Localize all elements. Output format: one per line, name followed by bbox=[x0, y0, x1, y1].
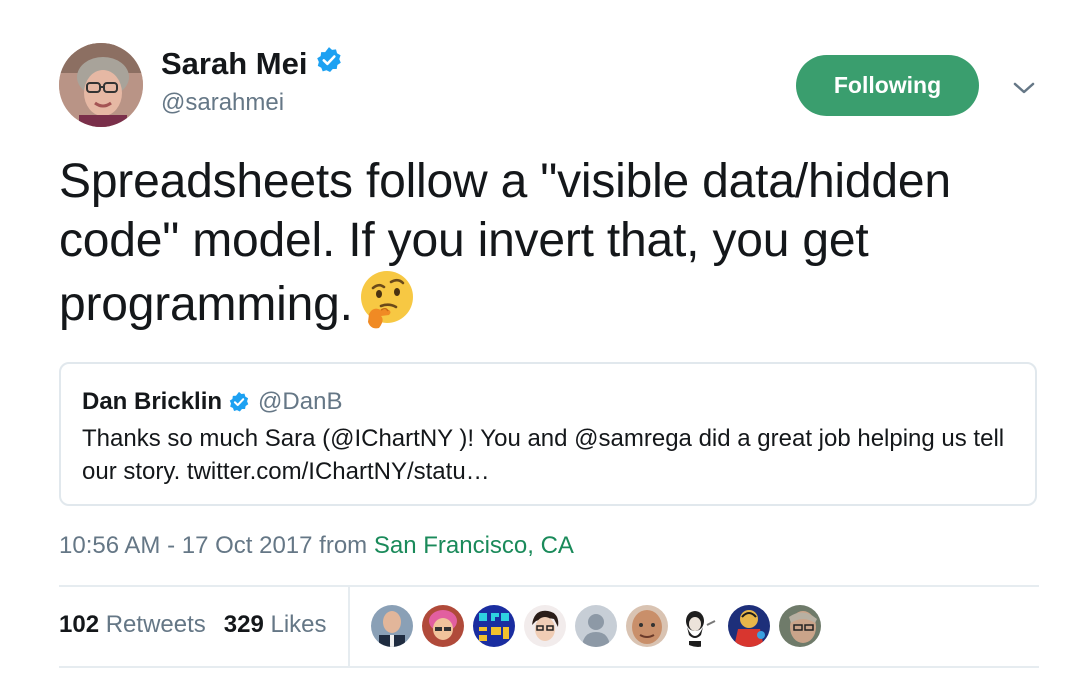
verified-badge-icon bbox=[228, 391, 250, 413]
quoted-author-name: Dan Bricklin bbox=[82, 388, 223, 415]
tweet-meta: 10:56 AM - 17 Oct 2017 from San Francisc… bbox=[59, 531, 574, 561]
liker-avatar[interactable] bbox=[575, 605, 617, 647]
tweet-text: Spreadsheets follow a "visible data/hidd… bbox=[59, 155, 951, 331]
quoted-tweet-header: Dan Bricklin @DanB bbox=[82, 388, 342, 416]
thinking-face-icon bbox=[359, 270, 415, 346]
retweets-count: 102 bbox=[59, 611, 100, 638]
divider bbox=[59, 666, 1039, 668]
following-button[interactable]: Following bbox=[796, 55, 979, 116]
liker-avatar[interactable] bbox=[524, 605, 566, 647]
liker-avatar[interactable] bbox=[371, 605, 413, 647]
quoted-author-handle: @DanB bbox=[258, 388, 343, 415]
tweet-location-link[interactable]: San Francisco, CA bbox=[374, 532, 574, 559]
likes-stat[interactable]: 329 Likes bbox=[224, 610, 327, 640]
divider bbox=[59, 585, 1039, 587]
author-name-row[interactable]: Sarah Mei bbox=[161, 44, 343, 84]
liker-avatar[interactable] bbox=[728, 605, 770, 647]
from-label: from bbox=[319, 532, 368, 559]
retweets-label: Retweets bbox=[105, 611, 206, 638]
tweet-timestamp[interactable]: 10:56 AM - 17 Oct 2017 bbox=[59, 532, 313, 559]
tweet-stats: 102 Retweets 329 Likes bbox=[59, 610, 327, 640]
author-avatar[interactable] bbox=[59, 43, 143, 127]
liker-avatar[interactable] bbox=[677, 605, 719, 647]
liker-avatar[interactable] bbox=[422, 605, 464, 647]
likes-label: Likes bbox=[270, 611, 327, 638]
author-handle[interactable]: @sarahmei bbox=[161, 88, 284, 118]
author-name[interactable]: Sarah Mei bbox=[161, 44, 307, 84]
verified-badge-icon bbox=[315, 44, 343, 84]
likes-count: 329 bbox=[223, 611, 264, 638]
stats-separator bbox=[348, 587, 350, 667]
quoted-tweet-text: Thanks so much Sara (@IChartNY )! You an… bbox=[82, 425, 1005, 485]
liker-avatar[interactable] bbox=[626, 605, 668, 647]
likers-facepile bbox=[371, 605, 821, 647]
liker-avatar[interactable] bbox=[473, 605, 515, 647]
chevron-down-icon[interactable] bbox=[1010, 74, 1038, 102]
liker-avatar[interactable] bbox=[779, 605, 821, 647]
quoted-tweet[interactable]: Dan Bricklin @DanB Thanks so much Sara (… bbox=[59, 362, 1037, 506]
tweet-body: Spreadsheets follow a "visible data/hidd… bbox=[59, 152, 1039, 346]
retweets-stat[interactable]: 102 Retweets bbox=[59, 610, 206, 640]
